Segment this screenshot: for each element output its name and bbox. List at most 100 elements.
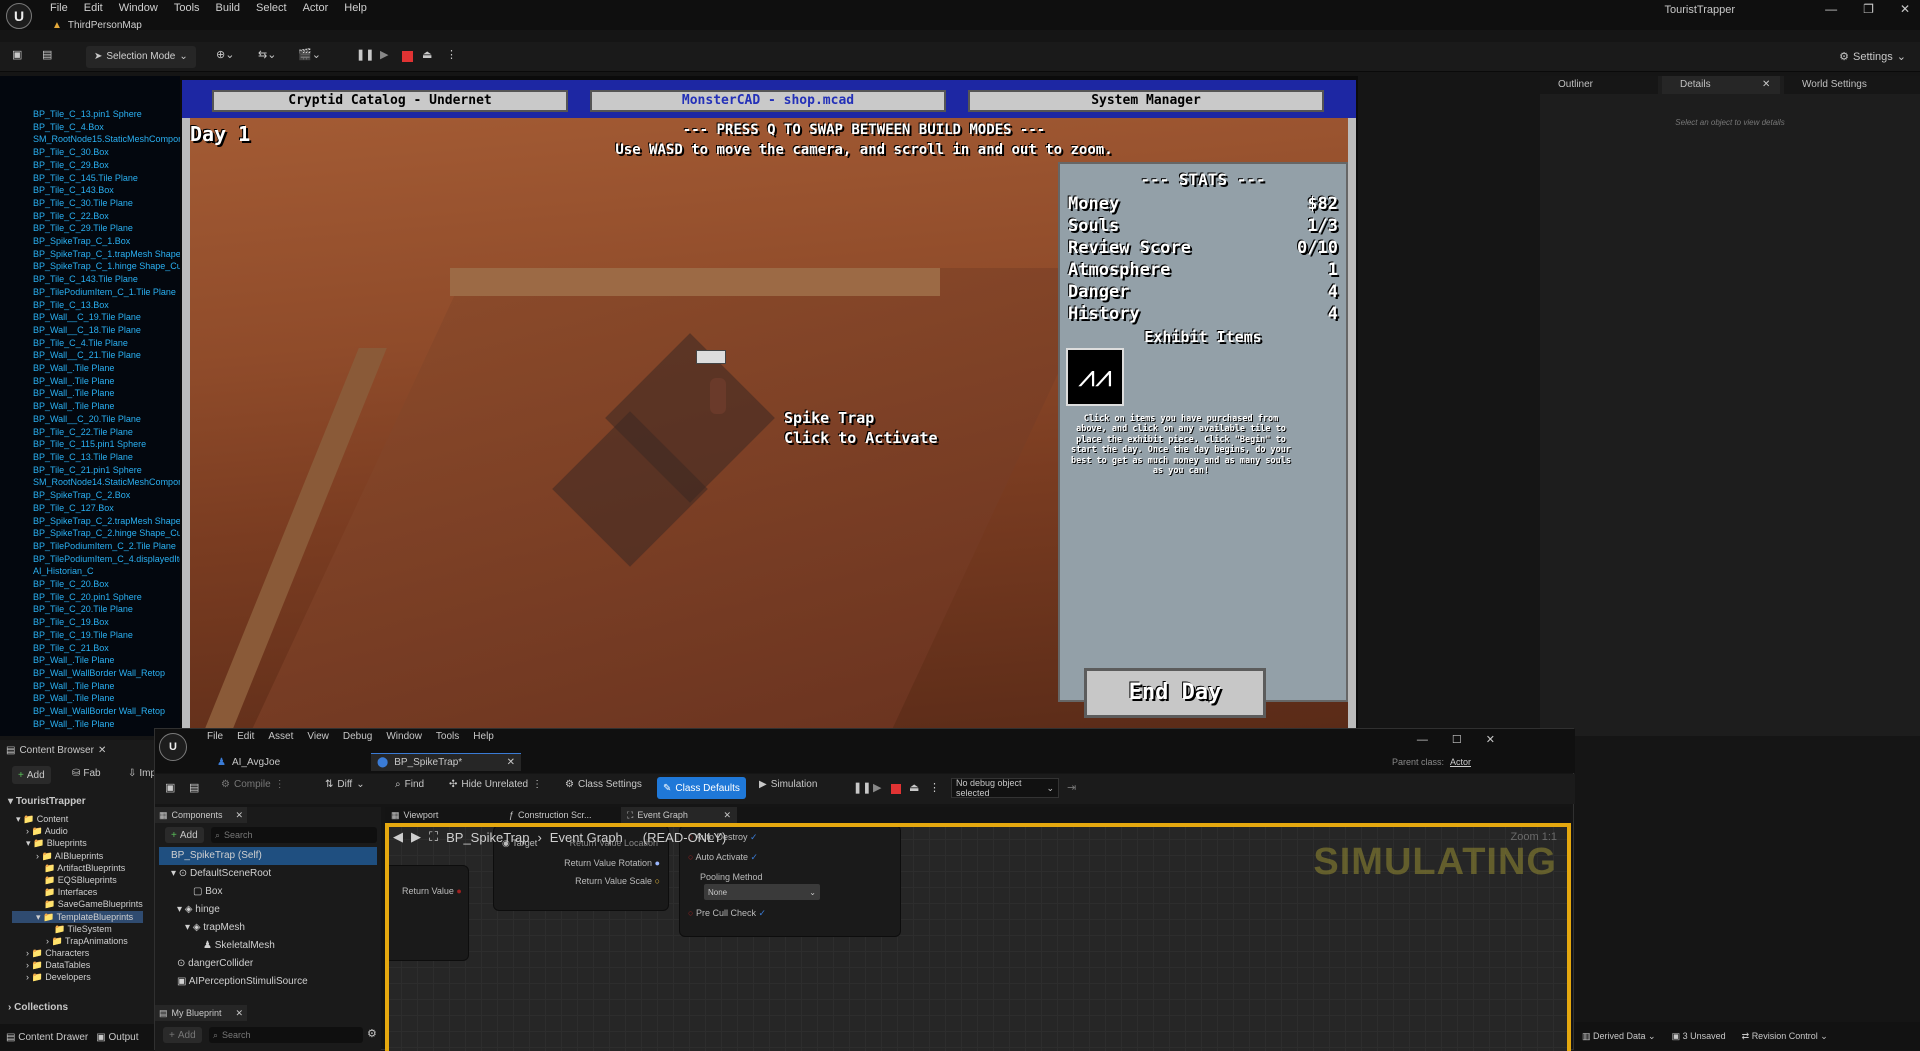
menu-file[interactable]: File — [50, 2, 68, 14]
outliner-item[interactable]: BP_SpikeTrap_C_1.trapMesh Shape_Cube — [0, 248, 180, 261]
outliner-item[interactable]: BP_Wall_.Tile Plane — [0, 362, 180, 375]
my-blueprint-tab[interactable]: ▤ My Blueprint ✕ — [155, 1005, 247, 1021]
outliner-item[interactable]: BP_Tile_C_13.Tile Plane — [0, 451, 180, 464]
outliner-item[interactable]: SM_RootNode14.StaticMeshComponent0 SM_Ro… — [0, 476, 180, 489]
stop-icon[interactable] — [891, 784, 901, 794]
pin-pre-cull-check[interactable]: ○ Pre Cull Check ✓ — [688, 908, 766, 919]
close-icon[interactable]: ✕ — [1900, 2, 1910, 16]
folder-datatables[interactable]: › 📁 DataTables — [12, 959, 143, 971]
outliner-item[interactable]: BP_Tile_C_145.Tile Plane — [0, 172, 180, 185]
game-world[interactable]: --- PRESS Q TO SWAP BETWEEN BUILD MODES … — [190, 118, 1348, 728]
pin-auto-activate[interactable]: ○ Auto Activate ✓ — [688, 852, 758, 863]
bp-menu-tools[interactable]: Tools — [436, 731, 459, 742]
component-search-input[interactable]: ⌕ Search — [211, 827, 377, 843]
blueprint-icon[interactable]: ⇆⌄ — [258, 48, 276, 61]
outliner-item[interactable]: BP_Wall_.Tile Plane — [0, 400, 180, 413]
project-root[interactable]: ▾ TouristTrapper — [8, 796, 86, 807]
fab-button[interactable]: ⛁ Fab — [72, 768, 101, 779]
eject-icon[interactable]: ⏏ — [422, 48, 432, 61]
compile-button[interactable]: ⚙ Compile ⋮ — [221, 779, 285, 790]
outliner-item[interactable]: BP_Wall_.Tile Plane — [0, 387, 180, 400]
class-settings-button[interactable]: ⚙ Class Settings — [565, 779, 642, 790]
menu-tools[interactable]: Tools — [174, 2, 200, 14]
settings-button[interactable]: ⚙ Settings ⌄ — [1839, 50, 1906, 64]
folder-tilesystem[interactable]: 📁 TileSystem — [12, 923, 143, 935]
close-icon[interactable]: ✕ — [507, 757, 515, 768]
outliner-item[interactable]: BP_Tile_C_22.Box — [0, 210, 180, 223]
tab-world-settings[interactable]: World Settings — [1784, 76, 1920, 94]
forward-arrow-icon[interactable]: ▶ — [411, 829, 421, 845]
pin-return-scale[interactable]: Return Value Scale ○ — [575, 876, 660, 886]
bp-menu-asset[interactable]: Asset — [268, 731, 293, 742]
outliner-item[interactable]: BP_SpikeTrap_C_1.Box — [0, 235, 180, 248]
outliner-item[interactable]: BP_Wall__C_20.Tile Plane — [0, 413, 180, 426]
character[interactable] — [710, 378, 726, 414]
event-graph[interactable]: ▦ Viewport ƒ Construction Scr... ⛶ Event Gr… — [385, 807, 1571, 1051]
gear-icon[interactable]: ⚙ — [367, 1027, 377, 1040]
outliner-item[interactable]: BP_Tile_C_30.Box — [0, 146, 180, 159]
outliner-item[interactable]: BP_Wall_.Tile Plane — [0, 692, 180, 705]
close-icon[interactable]: ✕ — [235, 1008, 243, 1019]
output-button[interactable]: ▣ Output — [96, 1032, 138, 1043]
component-trapmesh[interactable]: ▾ ◈ trapMesh — [159, 919, 377, 937]
outliner-item[interactable]: BP_Tile_C_19.Box — [0, 616, 180, 629]
folder-developers[interactable]: › 📁 Developers — [12, 971, 143, 983]
pin-return-rotation[interactable]: Return Value Rotation ● — [564, 858, 660, 868]
tab-event-graph[interactable]: ⛶ Event Graph ✕ — [621, 807, 737, 823]
my-blueprint-search-input[interactable]: ⌕ Search — [209, 1027, 363, 1043]
pin-return-value[interactable]: Return Value ● — [402, 886, 462, 896]
import-button[interactable]: ⇩ Imp — [128, 768, 156, 779]
outliner-item[interactable]: BP_Tile_C_4.Box — [0, 121, 180, 134]
bp-menu-window[interactable]: Window — [386, 731, 422, 742]
bp-menu-debug[interactable]: Debug — [343, 731, 372, 742]
maximize-icon[interactable]: ❐ — [1863, 2, 1874, 16]
folder-eqsblueprints[interactable]: 📁 EQSBlueprints — [12, 874, 143, 886]
revision-control-button[interactable]: ⇄ Revision Control ⌄ — [1742, 1031, 1828, 1042]
pause-icon[interactable]: ❚❚ — [853, 781, 871, 794]
browse-icon[interactable]: ▤ — [189, 781, 199, 794]
folder-content[interactable]: ▾ 📁 Content — [12, 813, 143, 825]
folder-interfaces[interactable]: 📁 Interfaces — [12, 886, 143, 898]
outliner-item[interactable]: BP_TilePodiumItem_C_2.Tile Plane — [0, 540, 180, 553]
pause-icon[interactable]: ❚❚ — [356, 48, 374, 61]
content-browser-tab[interactable]: ▤ Content Browser ✕ — [6, 740, 106, 760]
folder-aiblueprints[interactable]: › 📁 AIBlueprints — [12, 850, 143, 862]
diff-button[interactable]: ⇅ Diff ⌄ — [325, 779, 365, 790]
browse-icon[interactable]: ▤ — [42, 48, 52, 61]
outliner-item[interactable]: BP_Wall_.Tile Plane — [0, 375, 180, 388]
add-button[interactable]: + Add — [12, 766, 51, 784]
parent-class-link[interactable]: Actor — [1450, 757, 1471, 767]
outliner-item[interactable]: BP_Wall_.Tile Plane — [0, 680, 180, 693]
bp-tab-aiavgjoe[interactable]: ♟ AI_AvgJoe — [211, 753, 371, 771]
play-icon[interactable]: ▶ — [873, 781, 881, 794]
save-icon[interactable]: ▣ — [12, 48, 22, 61]
folder-audio[interactable]: › 📁 Audio — [12, 825, 143, 837]
menu-build[interactable]: Build — [216, 2, 240, 14]
end-day-button[interactable]: End Day — [1084, 668, 1266, 718]
outliner-item[interactable]: BP_Tile_C_21.Box — [0, 642, 180, 655]
outliner-item[interactable]: BP_Wall_.Tile Plane — [0, 718, 180, 731]
map-tab[interactable]: ▲ ThirdPersonMap — [52, 18, 142, 32]
debug-object-select[interactable]: No debug object selected ⌄ — [951, 778, 1059, 798]
outliner-item[interactable]: BP_Wall__C_18.Tile Plane — [0, 324, 180, 337]
folder-templateblueprints[interactable]: ▾ 📁 TemplateBlueprints — [12, 910, 143, 923]
tab-monstercad[interactable]: MonsterCAD - shop.mcad — [590, 90, 946, 112]
selection-mode-dropdown[interactable]: ➤ Selection Mode ⌄ — [86, 46, 196, 68]
tab-system-manager[interactable]: System Manager — [968, 90, 1324, 112]
tab-viewport[interactable]: ▦ Viewport — [385, 807, 501, 823]
content-drawer-button[interactable]: ▤ Content Drawer — [6, 1032, 88, 1043]
outliner-item[interactable]: BP_Tile_C_29.Tile Plane — [0, 222, 180, 235]
outliner-item[interactable]: BP_Tile_C_143.Box — [0, 184, 180, 197]
unreal-logo-icon[interactable]: U — [159, 733, 187, 761]
minimize-icon[interactable]: — — [1825, 2, 1837, 16]
bp-menu-help[interactable]: Help — [473, 731, 494, 742]
outliner-item[interactable]: AI_Historian_C — [0, 565, 180, 578]
folder-characters[interactable]: › 📁 Characters — [12, 947, 143, 959]
outliner-item[interactable]: BP_Tile_C_29.Box — [0, 159, 180, 172]
component-dangercollider[interactable]: ⊙ dangerCollider — [159, 955, 377, 973]
game-viewport[interactable]: Cryptid Catalog - Undernet MonsterCAD - … — [182, 80, 1356, 728]
graph-node-return[interactable]: Return Value ● — [385, 865, 469, 961]
tab-cryptid-catalog[interactable]: Cryptid Catalog - Undernet — [212, 90, 568, 112]
folder-blueprints[interactable]: ▾ 📁 Blueprints — [12, 837, 143, 849]
outliner-item[interactable]: BP_Tile_C_20.Tile Plane — [0, 603, 180, 616]
